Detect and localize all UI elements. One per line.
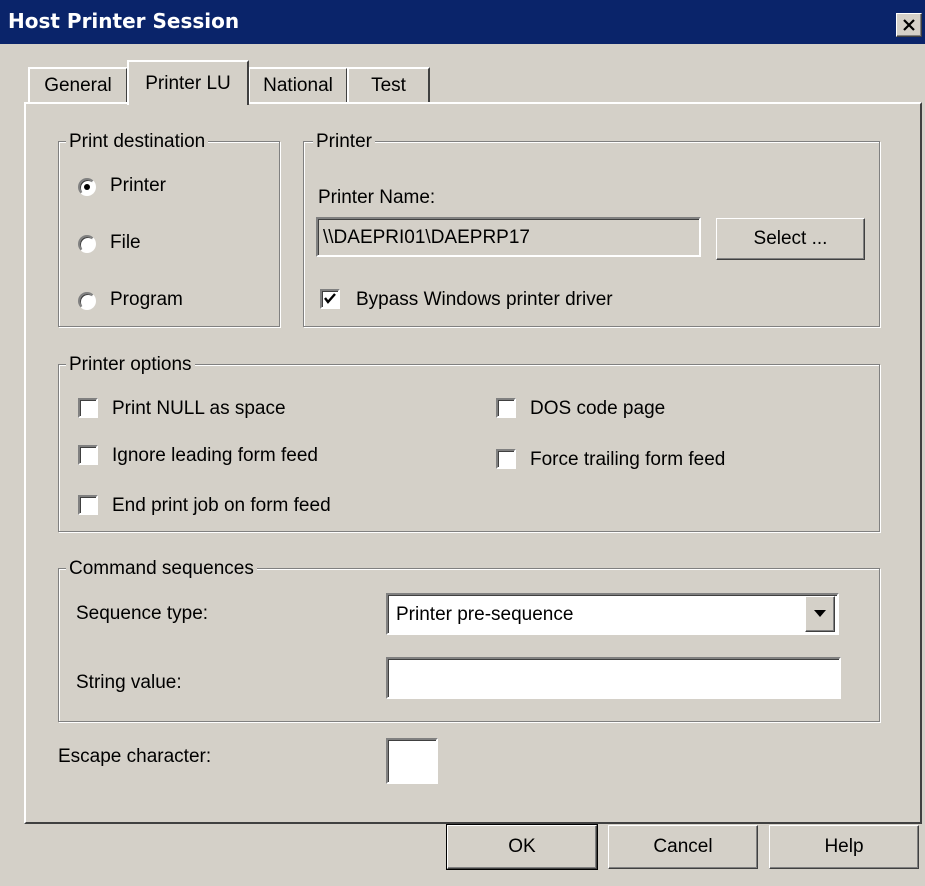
- escape-char-input[interactable]: [386, 738, 438, 784]
- tab-label: Printer LU: [145, 72, 231, 94]
- printer-name-label: Printer Name:: [318, 187, 436, 208]
- select-printer-button-label: Select ...: [753, 228, 828, 249]
- dos-cp-label: DOS code page: [530, 398, 666, 419]
- print-destination-label: Print destination: [66, 131, 209, 153]
- checkmark-icon: [324, 293, 336, 304]
- radio-file-label: File: [110, 232, 141, 253]
- cancel-button-label: Cancel: [653, 836, 713, 857]
- tab-general[interactable]: General: [28, 67, 128, 103]
- close-button[interactable]: [896, 13, 922, 37]
- radio-printer-label: Printer: [110, 175, 166, 196]
- select-printer-button[interactable]: Select ...: [716, 218, 865, 260]
- radio-file[interactable]: [78, 235, 96, 253]
- string-value-input[interactable]: [386, 657, 841, 699]
- string-value-label: String value:: [76, 672, 182, 693]
- bypass-driver-label: Bypass Windows printer driver: [356, 289, 613, 310]
- sequence-type-dropdown[interactable]: Printer pre-sequence: [386, 593, 839, 635]
- tab-national[interactable]: National: [248, 67, 348, 103]
- tab-label: National: [263, 75, 333, 96]
- force-ff-checkbox[interactable]: [496, 449, 516, 469]
- help-button[interactable]: Help: [769, 825, 919, 869]
- close-icon: [903, 19, 915, 31]
- ok-button-label: OK: [508, 836, 536, 857]
- printer-group-label: Printer: [313, 131, 375, 153]
- printer-name-field: \\DAEPRI01\DAEPRP17: [316, 217, 701, 257]
- dos-cp-checkbox[interactable]: [496, 398, 516, 418]
- escape-char-label: Escape character:: [58, 746, 212, 767]
- end-job-label: End print job on form feed: [112, 495, 331, 516]
- dropdown-arrow-button[interactable]: [805, 596, 835, 632]
- sequence-type-value: Printer pre-sequence: [396, 604, 574, 625]
- sequence-type-label: Sequence type:: [76, 603, 209, 624]
- cancel-button[interactable]: Cancel: [608, 825, 758, 869]
- chevron-down-icon: [814, 610, 826, 617]
- tab-label: General: [44, 75, 112, 96]
- title-bar: Host Printer Session: [0, 0, 925, 44]
- radio-program[interactable]: [78, 292, 96, 310]
- print-null-label: Print NULL as space: [112, 398, 286, 419]
- bypass-driver-checkbox[interactable]: [320, 289, 340, 309]
- command-sequences-label: Command sequences: [66, 558, 257, 580]
- tab-label: Test: [371, 75, 406, 96]
- force-ff-label: Force trailing form feed: [530, 449, 726, 470]
- radio-printer[interactable]: [78, 178, 96, 196]
- ignore-ff-label: Ignore leading form feed: [112, 445, 318, 466]
- help-button-label: Help: [824, 836, 864, 857]
- window-title: Host Printer Session: [8, 9, 240, 33]
- printer-name-value: \\DAEPRI01\DAEPRP17: [323, 227, 530, 248]
- ok-button[interactable]: OK: [446, 824, 598, 870]
- ignore-ff-checkbox[interactable]: [78, 445, 98, 465]
- radio-program-label: Program: [110, 289, 183, 310]
- print-null-checkbox[interactable]: [78, 398, 98, 418]
- end-job-checkbox[interactable]: [78, 495, 98, 515]
- tab-test[interactable]: Test: [347, 67, 430, 103]
- tab-printer-lu[interactable]: Printer LU: [127, 60, 249, 105]
- printer-options-label: Printer options: [66, 354, 195, 376]
